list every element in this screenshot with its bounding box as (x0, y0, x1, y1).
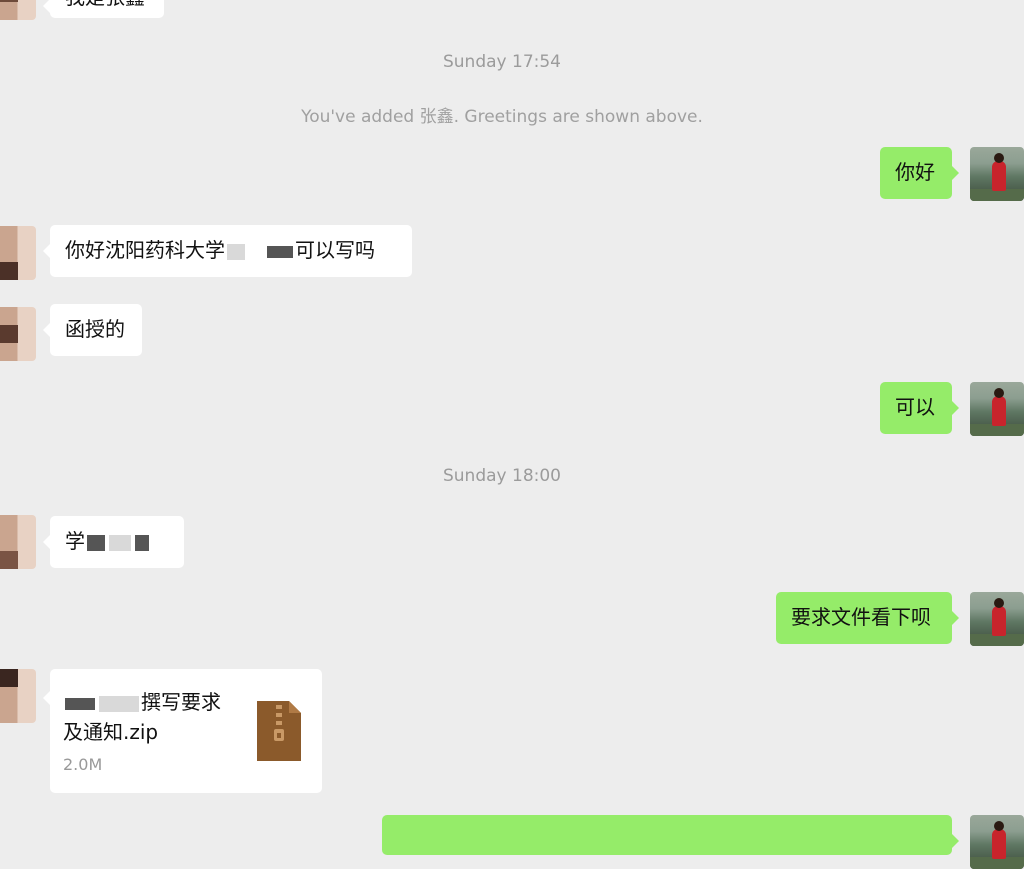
contact-avatar[interactable] (0, 515, 36, 569)
message-bubble-incoming[interactable]: 学 (43, 516, 184, 568)
contact-avatar[interactable] (0, 0, 36, 20)
message-text: 可以写吗 (295, 238, 375, 262)
redacted-text (267, 245, 293, 258)
message-text: 函授的 (65, 317, 125, 341)
redacted-text (99, 695, 139, 712)
message-bubble-outgoing[interactable]: 可以 (880, 382, 959, 434)
my-avatar[interactable] (970, 815, 1024, 869)
system-notice: You've added 张鑫. Greetings are shown abo… (301, 107, 703, 127)
contact-avatar[interactable] (0, 307, 36, 361)
my-avatar[interactable] (970, 382, 1024, 436)
message-bubble-outgoing[interactable]: 要求文件看下呗 (776, 592, 959, 644)
message-text: 你好沈阳药科大学 (65, 238, 225, 262)
message-text: 学 (65, 529, 85, 553)
file-message-card[interactable]: 撰写要求 及通知.zip 2.0M (43, 669, 322, 793)
redacted-text (109, 534, 131, 551)
chat-timestamp: Sunday 18:00 (442, 466, 561, 486)
message-text: 要求文件看下呗 (791, 605, 931, 629)
file-size: 2.0M (63, 755, 103, 774)
redacted-text (87, 534, 105, 551)
message-bubble-outgoing-partial[interactable] (382, 815, 959, 855)
message-bubble-incoming[interactable]: 你好沈阳药科大学 可以写吗 (43, 225, 412, 277)
message-bubble-partial[interactable]: 我是张鑫 (43, 0, 164, 18)
message-text: 可以 (895, 395, 935, 419)
message-bubble-incoming[interactable]: 函授的 (43, 304, 142, 356)
redacted-text (65, 697, 95, 710)
message-bubble-outgoing[interactable]: 你好 (880, 147, 959, 199)
file-name: 撰写要求 及通知.zip (63, 690, 221, 744)
my-avatar[interactable] (970, 147, 1024, 201)
my-avatar[interactable] (970, 592, 1024, 646)
chat-timestamp: Sunday 17:54 (442, 52, 561, 72)
message-text: 你好 (895, 160, 935, 184)
contact-avatar[interactable] (0, 226, 36, 280)
redacted-text (249, 243, 263, 260)
zip-archive-icon (257, 701, 301, 761)
redacted-text (227, 243, 245, 260)
message-text: 我是张鑫 (65, 0, 145, 9)
contact-avatar[interactable] (0, 669, 36, 723)
redacted-text (135, 534, 149, 551)
